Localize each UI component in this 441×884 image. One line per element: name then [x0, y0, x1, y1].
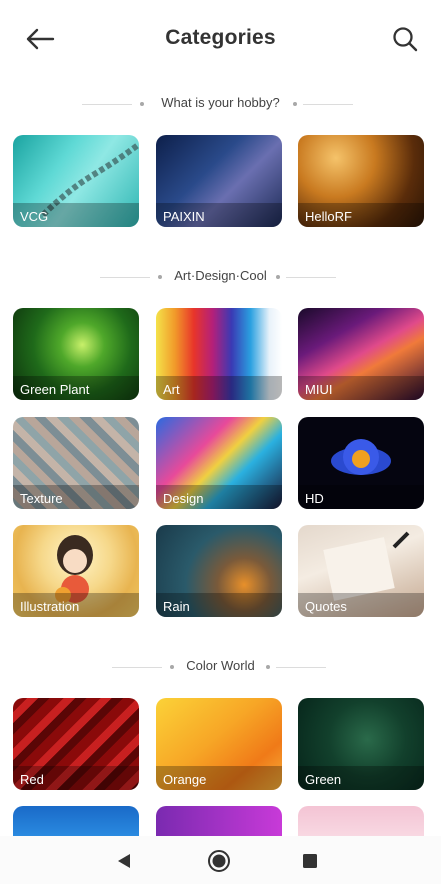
tile-label: Green Plant	[20, 382, 90, 397]
divider-dot	[266, 665, 270, 669]
category-tile-texture[interactable]: Texture	[13, 417, 139, 509]
category-tile-green-plant[interactable]: Green Plant	[13, 308, 139, 400]
section-header-art: Art·Design·Cool	[0, 267, 441, 287]
tile-caption: PAIXIN	[156, 203, 282, 227]
tile-label: Design	[163, 491, 204, 506]
tile-label: MIUI	[305, 382, 333, 397]
tile-caption: Orange	[156, 766, 282, 790]
category-tile-hellorf[interactable]: HelloRF	[298, 135, 424, 227]
tile-caption: Green	[298, 766, 424, 790]
tile-caption: Illustration	[13, 593, 139, 617]
category-tile-hd[interactable]: HD	[298, 417, 424, 509]
category-tile-partial[interactable]	[13, 806, 139, 836]
section-title: What is your hobby?	[161, 95, 280, 110]
page-title: Categories	[165, 26, 276, 49]
tile-caption: VCG	[13, 203, 139, 227]
search-icon	[393, 27, 418, 52]
tile-caption: Art	[156, 376, 282, 400]
tile-label: Texture	[20, 491, 63, 506]
divider-dot	[276, 275, 280, 279]
divider-dot	[293, 102, 297, 106]
tile-label: HelloRF	[305, 209, 352, 224]
nav-back-button[interactable]	[114, 852, 134, 870]
top-app-bar: Categories	[0, 0, 441, 78]
tile-caption: Rain	[156, 593, 282, 617]
category-tile-partial[interactable]	[156, 806, 282, 836]
tile-label: Quotes	[305, 599, 347, 614]
category-tile-design[interactable]: Design	[156, 417, 282, 509]
tile-label: Art	[163, 382, 180, 397]
tile-label: Rain	[163, 599, 190, 614]
category-tile-art[interactable]: Art	[156, 308, 282, 400]
tile-label: Illustration	[20, 599, 80, 614]
section-title: Color World	[186, 658, 255, 673]
category-tile-illustration[interactable]: Illustration	[13, 525, 139, 617]
tile-caption: HelloRF	[298, 203, 424, 227]
nav-recents-button[interactable]	[303, 854, 317, 868]
tile-caption: HD	[298, 485, 424, 509]
tile-label: VCG	[20, 209, 49, 224]
category-tile-green[interactable]: Green	[298, 698, 424, 790]
category-tile-quotes[interactable]: Quotes	[298, 525, 424, 617]
category-tile-miui[interactable]: MIUI	[298, 308, 424, 400]
divider	[286, 277, 336, 278]
section-header-hobby: What is your hobby?	[0, 94, 441, 114]
category-tile-vcg[interactable]: VCG	[13, 135, 139, 227]
system-navigation-bar	[0, 836, 441, 884]
tile-label: Green	[305, 772, 342, 787]
category-tile-orange[interactable]: Orange	[156, 698, 282, 790]
category-tile-rain[interactable]: Rain	[156, 525, 282, 617]
tile-caption: MIUI	[298, 376, 424, 400]
tile-caption: Green Plant	[13, 376, 139, 400]
category-tile-red[interactable]: Red	[13, 698, 139, 790]
square-recents-icon	[303, 854, 317, 868]
triangle-back-icon	[118, 854, 130, 868]
tile-label: PAIXIN	[163, 209, 205, 224]
tile-caption: Quotes	[298, 593, 424, 617]
section-header-color: Color World	[0, 657, 441, 677]
category-tile-partial[interactable]	[298, 806, 424, 836]
tile-caption: Texture	[13, 485, 139, 509]
divider	[276, 667, 326, 668]
search-button[interactable]	[388, 22, 422, 56]
circle-home-icon	[208, 850, 230, 872]
tile-label: HD	[305, 491, 324, 506]
tile-label: Red	[20, 772, 44, 787]
tile-caption: Red	[13, 766, 139, 790]
tile-caption: Design	[156, 485, 282, 509]
section-title: Art·Design·Cool	[174, 268, 267, 283]
divider	[303, 104, 353, 105]
nav-home-button[interactable]	[207, 849, 231, 873]
category-tile-paixin[interactable]: PAIXIN	[156, 135, 282, 227]
tile-label: Orange	[163, 772, 207, 787]
